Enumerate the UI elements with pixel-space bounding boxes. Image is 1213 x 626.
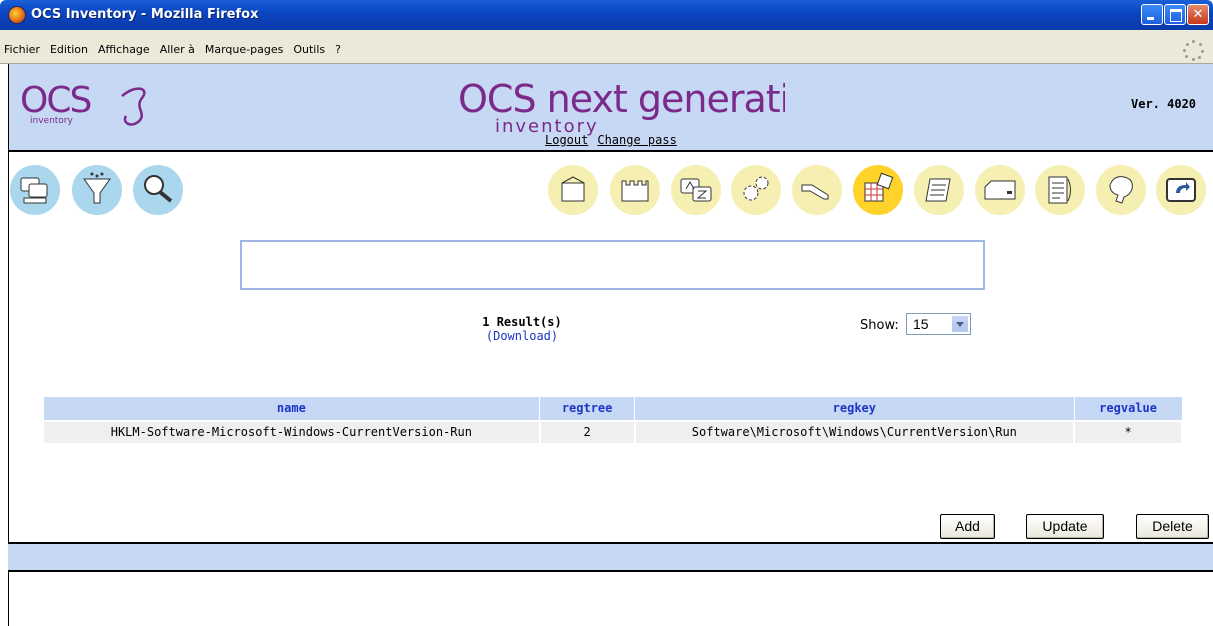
column-name[interactable]: name bbox=[42, 396, 541, 421]
update-button[interactable]: Update bbox=[1026, 514, 1104, 539]
computers-icon[interactable] bbox=[10, 165, 60, 215]
show-label: Show: bbox=[860, 318, 899, 333]
menu-outils[interactable]: Outils bbox=[293, 43, 325, 56]
tools-icon[interactable] bbox=[792, 165, 842, 215]
minimize-icon bbox=[1142, 5, 1162, 24]
close-button[interactable]: ✕ bbox=[1187, 4, 1209, 25]
help-icon[interactable] bbox=[1096, 165, 1146, 215]
table-row[interactable]: HKLM-Software-Microsoft-Windows-CurrentV… bbox=[42, 419, 1183, 445]
show-count-select[interactable]: 15 bbox=[906, 313, 971, 335]
ocs-ng-logo: OCS next generation inventory bbox=[458, 77, 785, 136]
add-button[interactable]: Add bbox=[940, 514, 995, 539]
column-regtree[interactable]: regtree bbox=[539, 396, 636, 421]
change-pass-link[interactable]: Change pass bbox=[597, 133, 676, 147]
logout-link[interactable]: Logout bbox=[545, 133, 588, 147]
registry-table: name regtree regkey regvalue HKLM-Softwa… bbox=[42, 396, 1183, 445]
result-count: 1 Result(s) bbox=[482, 315, 562, 329]
firefox-icon bbox=[8, 6, 26, 24]
menu-fichier[interactable]: Fichier bbox=[4, 43, 40, 56]
logo-center-top: OCS next generation bbox=[458, 77, 785, 121]
menu-bar: Fichier Edition Affichage Aller à Marque… bbox=[0, 30, 1213, 64]
column-regvalue[interactable]: regvalue bbox=[1073, 396, 1183, 421]
logo-left-text: OCS bbox=[20, 80, 90, 121]
registry-icon[interactable] bbox=[853, 165, 903, 215]
cell-regkey: Software\Microsoft\Windows\CurrentVersio… bbox=[633, 419, 1076, 445]
version-label: Ver. 4020 bbox=[1131, 97, 1197, 111]
results-info: 1 Result(s) (Download) bbox=[472, 315, 572, 343]
table-header-row: name regtree regkey regvalue bbox=[42, 396, 1183, 421]
menu-help[interactable]: ? bbox=[335, 43, 341, 56]
cell-regtree: 2 bbox=[538, 419, 636, 445]
filter-panel bbox=[240, 240, 985, 290]
card-icon[interactable] bbox=[975, 165, 1025, 215]
footer-band bbox=[8, 542, 1213, 572]
column-regkey[interactable]: regkey bbox=[634, 396, 1075, 421]
window-title: OCS Inventory - Mozilla Firefox bbox=[31, 7, 259, 22]
browser-window: OCS Inventory - Mozilla Firefox ✕ Fichie… bbox=[0, 0, 1213, 626]
search-icon[interactable] bbox=[133, 165, 183, 215]
menu-edition[interactable]: Edition bbox=[50, 43, 88, 56]
package-icon[interactable] bbox=[548, 165, 598, 215]
title-bar: OCS Inventory - Mozilla Firefox ✕ bbox=[0, 0, 1213, 30]
menu-aller-a[interactable]: Aller à bbox=[160, 43, 195, 56]
chevron-down-icon[interactable] bbox=[951, 315, 969, 333]
gears-icon[interactable] bbox=[731, 165, 781, 215]
menu-affichage[interactable]: Affichage bbox=[98, 43, 150, 56]
scroll-icon[interactable] bbox=[914, 165, 964, 215]
back-icon[interactable] bbox=[1156, 165, 1206, 215]
maximize-icon bbox=[1165, 5, 1185, 24]
filter-icon[interactable] bbox=[72, 165, 122, 215]
cell-name: HKLM-Software-Microsoft-Windows-CurrentV… bbox=[42, 419, 541, 445]
delete-button[interactable]: Delete bbox=[1136, 514, 1209, 539]
cell-regvalue: * bbox=[1073, 419, 1183, 445]
close-icon: ✕ bbox=[1192, 7, 1204, 22]
castle-icon[interactable] bbox=[610, 165, 660, 215]
minimize-button[interactable] bbox=[1141, 4, 1163, 25]
logo-left-sub: inventory bbox=[30, 116, 74, 126]
menu-marque-pages[interactable]: Marque-pages bbox=[205, 43, 283, 56]
dictionary-icon[interactable] bbox=[671, 165, 721, 215]
show-count-value: 15 bbox=[913, 316, 929, 332]
document-icon[interactable] bbox=[1035, 165, 1085, 215]
throbber-icon bbox=[1183, 40, 1205, 62]
download-link[interactable]: (Download) bbox=[472, 329, 572, 343]
maximize-button[interactable] bbox=[1164, 4, 1186, 25]
ocs-logo: OCS inventory bbox=[20, 80, 146, 126]
